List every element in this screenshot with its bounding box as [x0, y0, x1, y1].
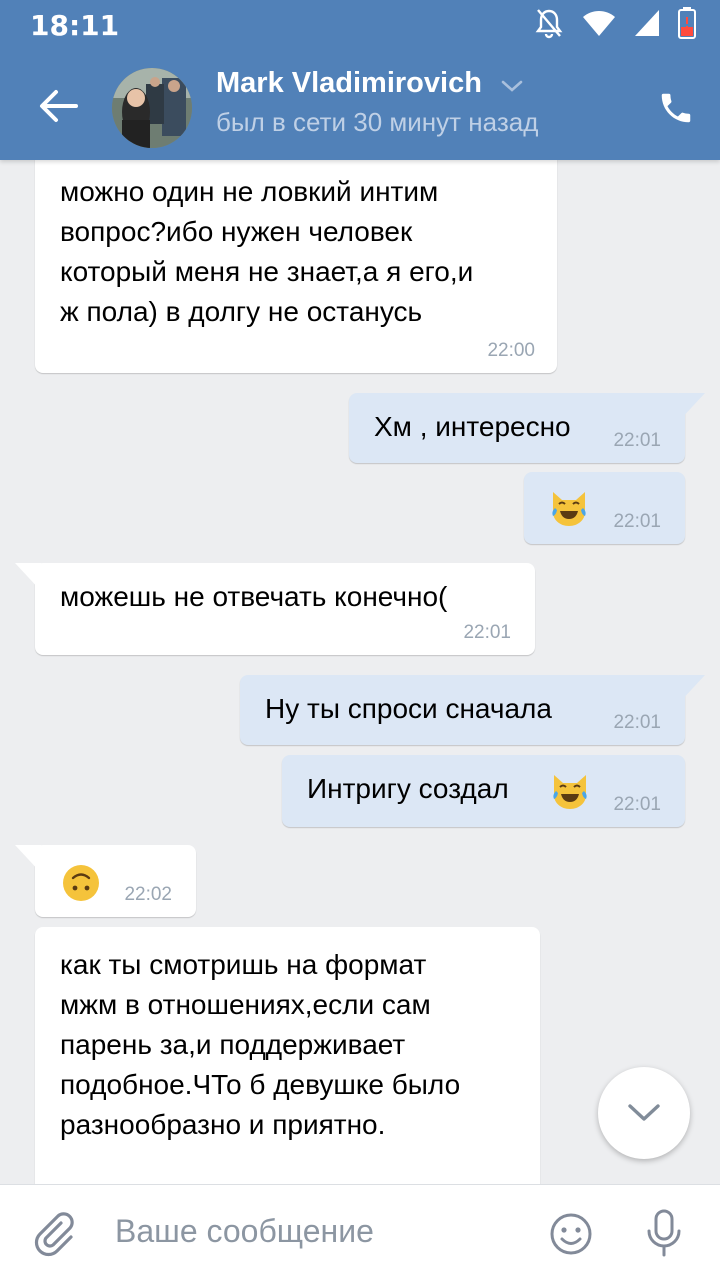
message-bubble-outgoing[interactable]: Хм , интересно 22:01 — [349, 393, 705, 463]
message-bubble-outgoing[interactable]: Интригу создал 22:01 — [282, 755, 685, 827]
wifi-icon — [582, 9, 616, 41]
status-icons — [534, 7, 696, 43]
message-text: можешь не отвечать конечно( — [60, 581, 448, 612]
message-composer: Ваше сообщение — [0, 1184, 720, 1280]
emoji-button[interactable] — [548, 1211, 594, 1261]
phone-icon — [661, 93, 691, 123]
message-bubble-incoming[interactable]: можно один не ловкий интим вопрос?ибо ну… — [35, 140, 557, 373]
message-time: 22:01 — [613, 794, 661, 815]
contact-avatar[interactable] — [112, 68, 192, 148]
paperclip-icon — [34, 1212, 74, 1257]
message-text: Ну ты спроси сначала — [265, 693, 552, 724]
message-time: 22:02 — [124, 884, 172, 905]
upside-down-face-emoji-icon — [63, 865, 99, 901]
battery-low-icon — [678, 7, 696, 43]
message-time: 22:01 — [613, 511, 661, 532]
chevron-down-icon — [628, 1104, 660, 1121]
cat-tears-of-joy-emoji-icon — [553, 775, 587, 809]
chevron-down-icon[interactable] — [500, 78, 524, 98]
message-time: 22:00 — [487, 340, 535, 361]
message-bubble-outgoing[interactable]: Ну ты спроси сначала 22:01 — [240, 675, 705, 745]
message-time: 22:01 — [613, 712, 661, 733]
status-time: 18:11 — [30, 9, 120, 42]
message-time: 22:01 — [613, 430, 661, 451]
scroll-to-bottom-button[interactable] — [598, 1067, 690, 1159]
contact-name[interactable]: Mark Vladimirovich — [216, 67, 482, 100]
message-input[interactable]: Ваше сообщение — [115, 1213, 374, 1250]
status-bar: 18:11 — [0, 0, 720, 50]
message-bubble-incoming[interactable]: можешь не отвечать конечно( 22:01 — [15, 563, 535, 655]
message-bubble-incoming[interactable]: 22:02 — [15, 845, 196, 917]
back-arrow-icon — [40, 90, 78, 122]
notifications-off-icon — [534, 7, 564, 43]
message-text: Хм , интересно — [374, 411, 571, 442]
back-button[interactable] — [30, 78, 86, 134]
last-seen-status: был в сети 30 минут назад — [216, 107, 539, 137]
chat-header: 18:11 Mark Vladimirovich был в сети 30 м… — [0, 0, 720, 160]
microphone-icon — [647, 1209, 681, 1257]
message-text: Интригу создал — [307, 773, 509, 804]
message-text: можно один не ловкий интим вопрос?ибо ну… — [60, 176, 474, 327]
cell-signal-icon — [634, 9, 660, 41]
message-time: 22:01 — [463, 622, 511, 643]
cat-tears-of-joy-emoji-icon — [552, 492, 586, 526]
message-text: как ты смотришь на формат мжм в отношени… — [60, 949, 461, 1140]
smile-icon — [550, 1213, 592, 1255]
message-bubble-incoming[interactable]: как ты смотришь на формат мжм в отношени… — [35, 927, 540, 1217]
message-bubble-outgoing[interactable]: 22:01 — [524, 472, 685, 544]
attach-button[interactable] — [30, 1209, 78, 1261]
voice-message-button[interactable] — [642, 1207, 686, 1265]
call-button[interactable] — [648, 80, 704, 136]
